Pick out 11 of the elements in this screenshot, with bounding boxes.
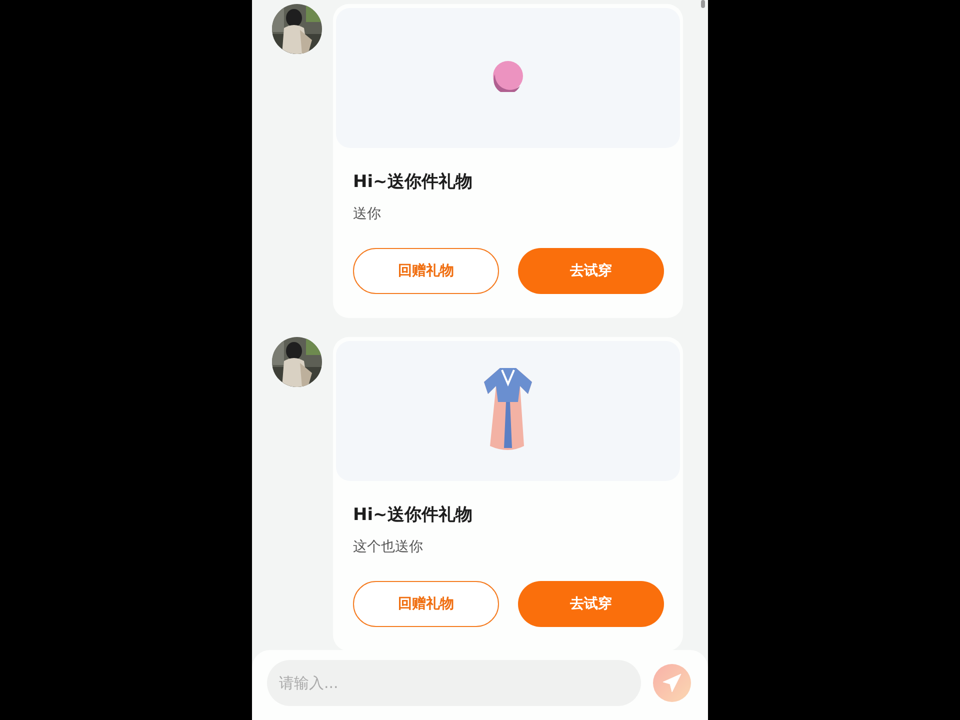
return-gift-button[interactable]: 回赠礼物 [353, 248, 499, 294]
try-on-button[interactable]: 去试穿 [518, 248, 664, 294]
message-text: 这个也送你 [353, 538, 424, 556]
message-title: Hi~送你件礼物 [353, 171, 474, 193]
try-on-button[interactable]: 去试穿 [518, 581, 664, 627]
send-icon [662, 673, 682, 693]
scrollbar[interactable] [701, 0, 705, 8]
message-text: 送你 [353, 205, 382, 223]
message-title: Hi~送你件礼物 [353, 504, 474, 526]
message-input[interactable]: 请输入... [267, 660, 641, 706]
return-gift-button[interactable]: 回赠礼物 [353, 581, 499, 627]
